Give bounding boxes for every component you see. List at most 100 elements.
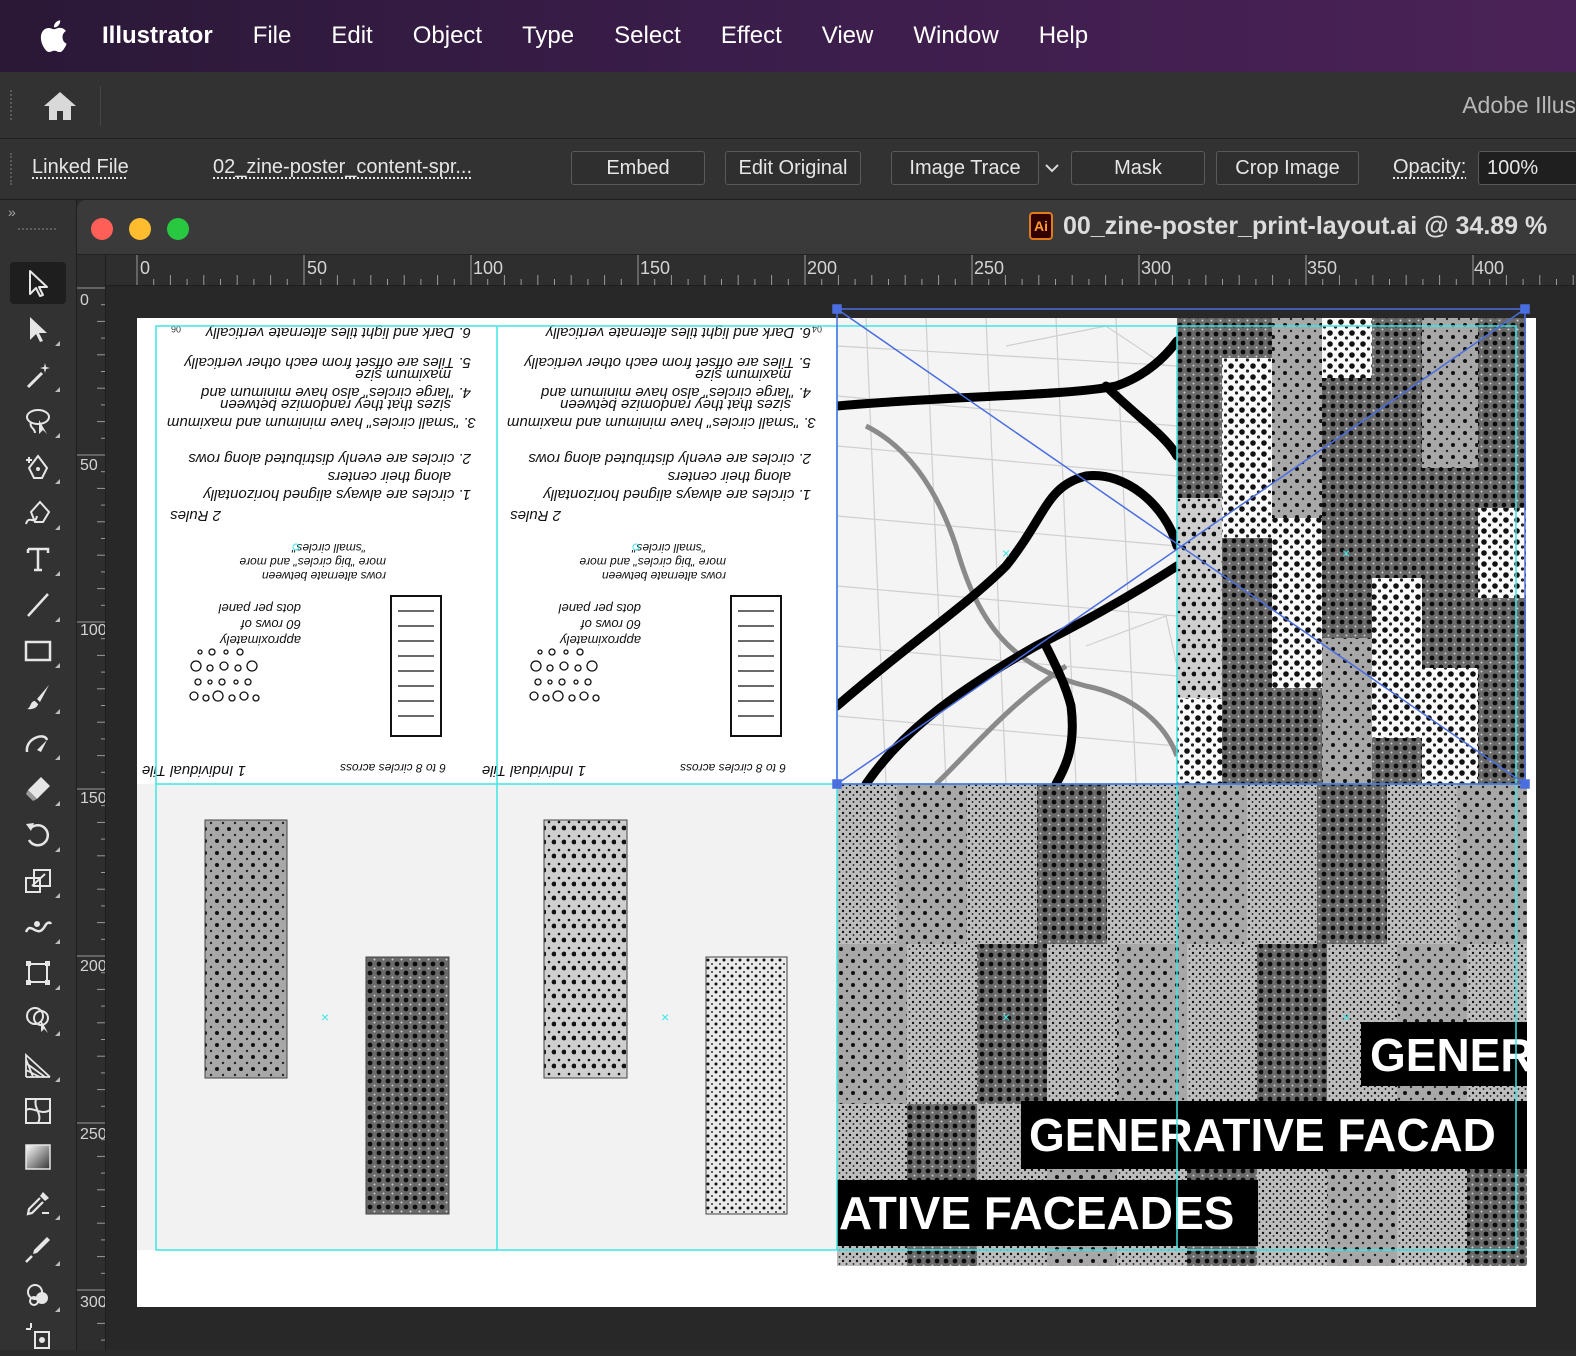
- tile-pattern-image[interactable]: [1177, 318, 1526, 784]
- eyedropper-tool-icon[interactable]: [10, 1182, 66, 1224]
- edit-original-button[interactable]: Edit Original: [725, 151, 861, 185]
- apple-icon[interactable]: [38, 16, 98, 56]
- note-tile-3: dots per panel: [557, 601, 641, 616]
- note-tile-5: more "big circles" and more: [239, 555, 386, 569]
- menu-view[interactable]: View: [822, 22, 874, 50]
- menu-file[interactable]: File: [253, 22, 292, 50]
- menu-object[interactable]: Object: [413, 22, 482, 50]
- type-tool-icon[interactable]: [10, 538, 66, 580]
- gradient-tool-icon[interactable]: [10, 1136, 66, 1178]
- paintbrush-tool-icon[interactable]: [10, 676, 66, 718]
- linked-file-link[interactable]: Linked File: [32, 156, 129, 179]
- document-title: 00_zine-poster_print-layout.ai @ 34.89 %: [1063, 212, 1548, 240]
- perspective-grid-tool-icon[interactable]: [10, 1044, 66, 1086]
- zoom-window-button[interactable]: [167, 218, 189, 240]
- menu-edit[interactable]: Edit: [331, 22, 372, 50]
- note-tile-4: rows alternate between: [602, 569, 726, 583]
- curvature-tool-icon[interactable]: [10, 492, 66, 534]
- collapse-panel-icon[interactable]: »: [8, 204, 16, 220]
- menu-app-name[interactable]: Illustrator: [102, 22, 213, 50]
- panel-grip[interactable]: [10, 153, 15, 185]
- menu-window[interactable]: Window: [913, 22, 998, 50]
- note-rules-heading: 2 Rules: [510, 507, 562, 524]
- artboard-svg[interactable]: 6. Dark and light tiles alternate vertic…: [106, 286, 1576, 1350]
- horizontal-ruler[interactable]: 0 50 100 150 200 250 300 350 400: [105, 255, 1576, 286]
- ruler-label: 250: [80, 1126, 105, 1143]
- mesh-tool-icon[interactable]: [10, 1090, 66, 1132]
- divider: [100, 86, 101, 126]
- menu-help[interactable]: Help: [1039, 22, 1088, 50]
- tile-swatch-page-left: ×: [137, 784, 497, 1250]
- opacity-label[interactable]: Opacity:: [1393, 156, 1466, 179]
- note-rule1b: along their centers: [327, 468, 451, 485]
- note-rule1b: along their centers: [667, 468, 791, 485]
- poster-title-line3: ATIVE FACEADES: [839, 1187, 1234, 1239]
- pen-tool-icon[interactable]: [10, 446, 66, 488]
- note-rule3b: sizes that they randomize between: [560, 396, 791, 413]
- ruler-label: 200: [807, 258, 837, 278]
- close-window-button[interactable]: [91, 218, 113, 240]
- direct-selection-tool-icon[interactable]: [10, 308, 66, 350]
- note-tile-7: 6 to 8 circles across: [680, 761, 786, 775]
- ruler-label: 0: [80, 292, 89, 309]
- ruler-label: 100: [80, 622, 105, 639]
- shaper-tool-icon[interactable]: [10, 722, 66, 764]
- menu-select[interactable]: Select: [614, 22, 681, 50]
- note-tile-5: more "big circles" and more: [579, 555, 726, 569]
- scale-tool-icon[interactable]: [10, 860, 66, 902]
- free-transform-tool-icon[interactable]: [10, 952, 66, 994]
- illustrator-file-icon: Ai: [1029, 212, 1053, 240]
- svg-text:×: ×: [661, 1009, 669, 1025]
- ruler-label: 400: [1474, 258, 1504, 278]
- poster-image[interactable]: GENER GENERATIVE FACAD ATIVE FACEADES: [837, 784, 1534, 1266]
- symbol-sprayer-tool-icon[interactable]: [10, 1274, 66, 1316]
- selection-tool-icon[interactable]: [10, 262, 66, 304]
- tile-swatch-page-mid: ×: [497, 784, 837, 1250]
- note-tile-heading: 1 Individual Tile: [142, 762, 246, 779]
- ruler-label: 50: [80, 457, 98, 474]
- svg-text:×: ×: [1002, 545, 1010, 561]
- document-title-bar[interactable]: Ai 00_zine-poster_print-layout.ai @ 34.8…: [77, 200, 1576, 255]
- magic-wand-icon[interactable]: [10, 354, 66, 396]
- menu-effect[interactable]: Effect: [721, 22, 782, 50]
- vertical-ruler[interactable]: 0 50 100 150 200 250 300: [77, 255, 107, 1350]
- image-trace-dropdown[interactable]: [1040, 151, 1064, 185]
- tile-swatch: [204, 819, 288, 1079]
- image-trace-button[interactable]: Image Trace: [891, 151, 1039, 185]
- embed-button[interactable]: Embed: [571, 151, 705, 185]
- menu-type[interactable]: Type: [522, 22, 574, 50]
- line-tool-icon[interactable]: [10, 584, 66, 626]
- ruler-label: 150: [640, 258, 670, 278]
- home-icon[interactable]: [42, 90, 78, 127]
- file-name-link[interactable]: 02_zine-poster_content-spr...: [213, 156, 472, 179]
- note-rule1a: 1. circles are always aligned horizontal…: [202, 486, 471, 503]
- rectangle-tool-icon[interactable]: [10, 630, 66, 672]
- app-title: Adobe Illus: [1462, 92, 1576, 118]
- note-tile-1: approximately: [219, 633, 301, 648]
- tile-swatch: [705, 956, 788, 1215]
- panel-grip[interactable]: [18, 228, 56, 236]
- note-rule4b: maximum size: [695, 366, 791, 383]
- document-window: Ai 00_zine-poster_print-layout.ai @ 34.8…: [77, 200, 1576, 1350]
- note-rule4b: maximum size: [355, 366, 451, 383]
- crop-image-button[interactable]: Crop Image: [1216, 151, 1359, 185]
- tools-panel: »: [0, 200, 77, 1350]
- eraser-tool-icon[interactable]: [10, 768, 66, 810]
- shape-builder-tool-icon[interactable]: [10, 998, 66, 1040]
- width-tool-icon[interactable]: [10, 906, 66, 948]
- svg-text:×: ×: [321, 1009, 329, 1025]
- opacity-input[interactable]: 100%: [1478, 151, 1576, 185]
- note-rule2: 2. circles are evenly distributed along …: [188, 450, 472, 467]
- mask-button[interactable]: Mask: [1071, 151, 1205, 185]
- blend-tool-icon[interactable]: [10, 1228, 66, 1270]
- minimize-window-button[interactable]: [129, 218, 151, 240]
- note-rule3a: 3. "small circles" have minimum and maxi…: [167, 414, 476, 431]
- panel-grip[interactable]: [10, 90, 15, 120]
- canvas[interactable]: 6. Dark and light tiles alternate vertic…: [106, 286, 1576, 1350]
- note-tile-2: 60 rows of: [240, 617, 301, 632]
- note-tile-2: 60 rows of: [580, 617, 641, 632]
- rotate-tool-icon[interactable]: [10, 814, 66, 856]
- note-rule1a: 1. circles are always aligned horizontal…: [542, 486, 811, 503]
- lasso-icon[interactable]: [10, 400, 66, 442]
- notes-page-left: 6. Dark and light tiles alternate vertic…: [142, 318, 496, 784]
